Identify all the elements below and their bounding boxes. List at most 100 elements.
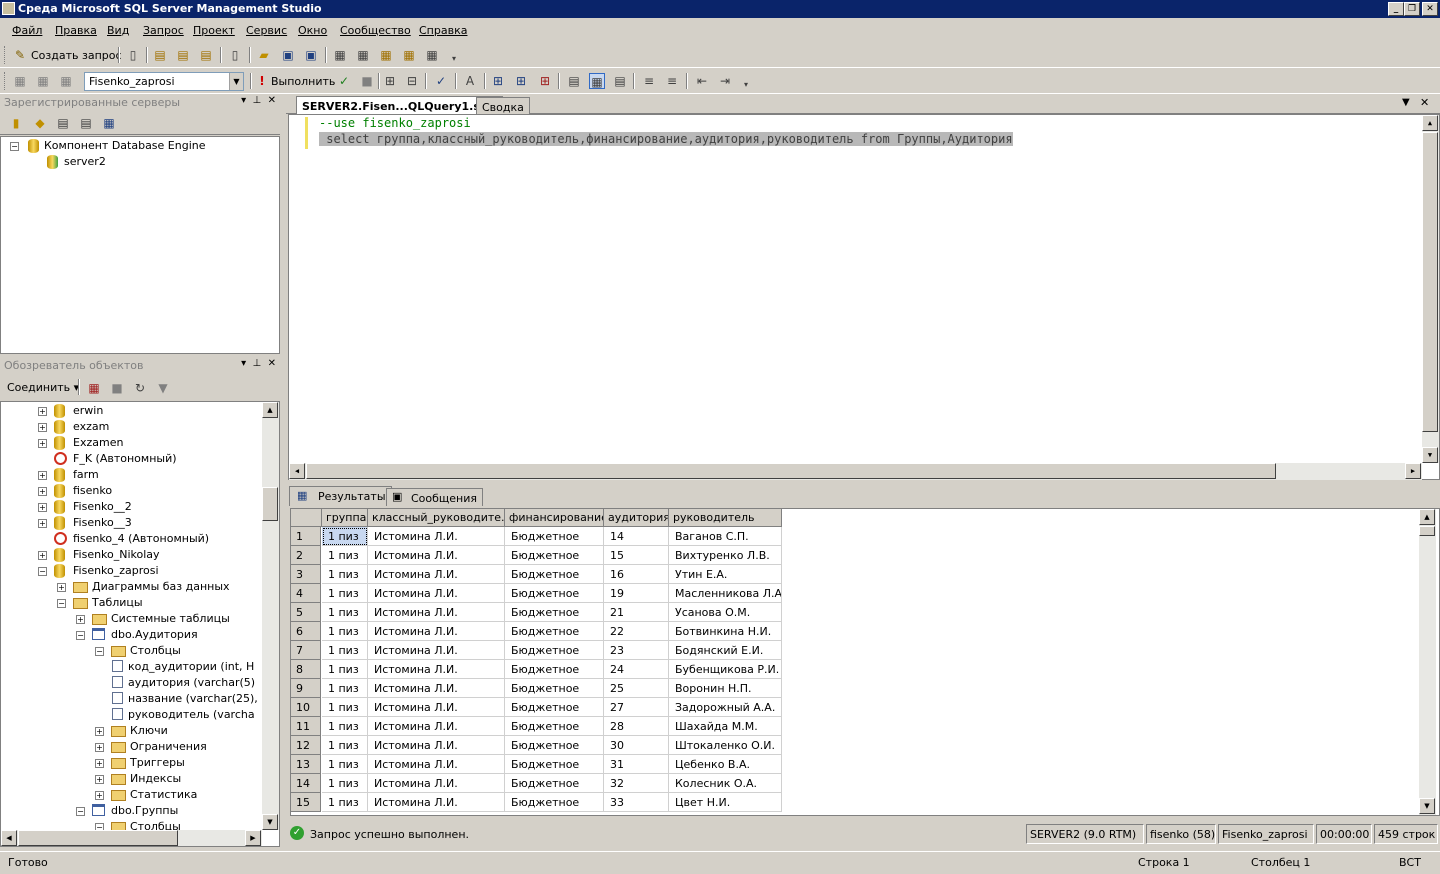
grid-cell[interactable]: Штокаленко О.И. xyxy=(669,736,782,755)
grid-cell[interactable]: 1 пиз xyxy=(322,736,368,755)
grid-cell[interactable]: Вихтуренко Л.В. xyxy=(669,546,782,565)
grid-cell[interactable]: Бюджетное xyxy=(505,622,604,641)
expand-icon[interactable]: + xyxy=(38,487,47,496)
results-to-grid-icon[interactable]: ▤ xyxy=(566,73,582,89)
tree-node[interactable]: Статистика xyxy=(130,787,197,803)
grid-cell[interactable]: Истомина Л.И. xyxy=(368,546,505,565)
query-options-icon[interactable]: ⊟ xyxy=(404,73,420,89)
grid-cell[interactable]: Бюджетное xyxy=(505,755,604,774)
analysis-services-icon[interactable]: ◆ xyxy=(32,115,48,131)
menu-community[interactable]: Сообщество xyxy=(340,24,411,37)
row-header[interactable]: 2 xyxy=(291,546,321,565)
scroll-thumb[interactable] xyxy=(262,487,278,521)
tree-node[interactable]: F_K (Автономный) xyxy=(73,451,177,467)
tree-node[interactable]: Fisenko__2 xyxy=(73,499,132,515)
scroll-left-icon[interactable]: ◀ xyxy=(289,463,305,479)
scroll-up-icon[interactable]: ▲ xyxy=(1419,509,1435,525)
row-header[interactable]: 3 xyxy=(291,565,321,584)
tree-node[interactable]: руководитель (varcha xyxy=(128,707,255,723)
collapse-icon[interactable]: − xyxy=(10,142,19,151)
scroll-down-icon[interactable]: ▼ xyxy=(1419,798,1435,814)
grid-cell[interactable]: Усанова О.М. xyxy=(669,603,782,622)
save-icon[interactable]: ▣ xyxy=(280,47,296,63)
grid-cell[interactable]: Бюджетное xyxy=(505,774,604,793)
grid-cell[interactable]: Истомина Л.И. xyxy=(368,755,505,774)
grid-cell[interactable]: Бюджетное xyxy=(505,736,604,755)
specify-values-icon[interactable]: A xyxy=(462,73,478,89)
panel-window-controls[interactable]: ▾ ⊥ ✕ xyxy=(241,358,276,369)
grid-cell[interactable]: Бюджетное xyxy=(505,698,604,717)
collapse-icon[interactable]: − xyxy=(57,599,66,608)
collapse-icon[interactable]: − xyxy=(76,807,85,816)
include-plan-icon[interactable]: ⊞ xyxy=(490,73,506,89)
grid-cell[interactable]: Колесник О.А. xyxy=(669,774,782,793)
grid-cell[interactable]: 14 xyxy=(604,527,669,546)
grid-cell[interactable]: 1 пиз xyxy=(322,527,368,546)
tree-node[interactable]: Ограничения xyxy=(130,739,207,755)
parse-check-icon[interactable]: ✓ xyxy=(336,73,352,89)
grid-cell[interactable]: 1 пиз xyxy=(322,755,368,774)
tree-node[interactable]: аудитория (varchar(5) xyxy=(128,675,255,691)
grid-cell[interactable]: 16 xyxy=(604,565,669,584)
row-header[interactable]: 4 xyxy=(291,584,321,603)
menu-help[interactable]: Справка xyxy=(419,24,467,37)
xmla-query-icon[interactable]: ▯ xyxy=(227,47,243,63)
grid-cell[interactable]: Ботвинкина Н.И. xyxy=(669,622,782,641)
row-header[interactable]: 9 xyxy=(291,679,321,698)
column-header[interactable]: классный_руководите... xyxy=(368,509,505,527)
estimated-plan-icon[interactable]: ⊞ xyxy=(382,73,398,89)
grid-cell[interactable]: Истомина Л.И. xyxy=(368,622,505,641)
grid-cell[interactable]: 33 xyxy=(604,793,669,812)
scroll-thumb[interactable] xyxy=(306,463,1276,479)
tab-list-icon[interactable]: ▼ xyxy=(1402,97,1410,108)
grid-cell[interactable]: Истомина Л.И. xyxy=(368,774,505,793)
grid-cell[interactable]: 30 xyxy=(604,736,669,755)
tree-node[interactable]: Триггеры xyxy=(130,755,185,771)
execute-button[interactable]: Выполнить xyxy=(271,75,335,88)
solution-explorer-icon[interactable]: ▦ xyxy=(401,47,417,63)
grid-cell[interactable]: 1 пиз xyxy=(322,546,368,565)
expand-icon[interactable]: + xyxy=(95,775,104,784)
reporting-services-icon[interactable]: ▤ xyxy=(55,115,71,131)
registered-servers-icon[interactable]: ▦ xyxy=(332,47,348,63)
menu-tools[interactable]: Сервис xyxy=(246,24,287,37)
row-header[interactable]: 7 xyxy=(291,641,321,660)
menu-file[interactable]: Файл xyxy=(12,24,42,37)
grid-cell[interactable]: 1 пиз xyxy=(322,622,368,641)
menu-view[interactable]: Вид xyxy=(107,24,129,37)
expand-icon[interactable]: + xyxy=(38,551,47,560)
grid-cell[interactable]: Бюджетное xyxy=(505,660,604,679)
object-explorer-icon[interactable]: ▦ xyxy=(355,47,371,63)
row-header[interactable]: 13 xyxy=(291,755,321,774)
editor-vertical-scrollbar[interactable]: ▲ ▼ xyxy=(1422,115,1439,463)
grid-cell[interactable]: Шахайда М.М. xyxy=(669,717,782,736)
toolbar-grip[interactable] xyxy=(4,72,7,90)
collapse-icon[interactable]: − xyxy=(38,567,47,576)
scroll-thumb[interactable] xyxy=(1422,132,1438,432)
tree-node[interactable]: fisenko_4 (Автономный) xyxy=(73,531,209,547)
grid-cell[interactable]: 1 пиз xyxy=(322,603,368,622)
tree-vertical-scrollbar[interactable]: ▲ ▼ xyxy=(262,402,279,830)
expand-icon[interactable]: + xyxy=(95,759,104,768)
expand-icon[interactable]: + xyxy=(38,503,47,512)
tab-summary[interactable]: Сводка xyxy=(476,97,530,114)
increase-indent-icon[interactable]: ⇥ xyxy=(717,73,733,89)
column-header[interactable]: аудитория xyxy=(604,509,669,527)
tree-node[interactable]: Ключи xyxy=(130,723,168,739)
grid-cell[interactable]: Истомина Л.И. xyxy=(368,565,505,584)
scroll-thumb[interactable] xyxy=(1419,526,1435,536)
row-header[interactable]: 12 xyxy=(291,736,321,755)
filter-icon[interactable]: ▼ xyxy=(155,380,171,396)
grid-cell[interactable]: 27 xyxy=(604,698,669,717)
db-engine-icon[interactable]: ▮ xyxy=(8,115,24,131)
change-connection-icon[interactable]: ▦ xyxy=(58,73,74,89)
grid-cell[interactable]: 1 пиз xyxy=(322,641,368,660)
save-all-icon[interactable]: ▣ xyxy=(303,47,319,63)
expand-icon[interactable]: + xyxy=(57,583,66,592)
new-query-button[interactable]: Создать запрос xyxy=(31,49,122,62)
server-properties-icon[interactable]: ▦ xyxy=(101,115,117,131)
expand-icon[interactable]: + xyxy=(38,407,47,416)
grid-cell[interactable]: 1 пиз xyxy=(322,565,368,584)
decrease-indent-icon[interactable]: ⇤ xyxy=(694,73,710,89)
grid-cell[interactable]: 19 xyxy=(604,584,669,603)
